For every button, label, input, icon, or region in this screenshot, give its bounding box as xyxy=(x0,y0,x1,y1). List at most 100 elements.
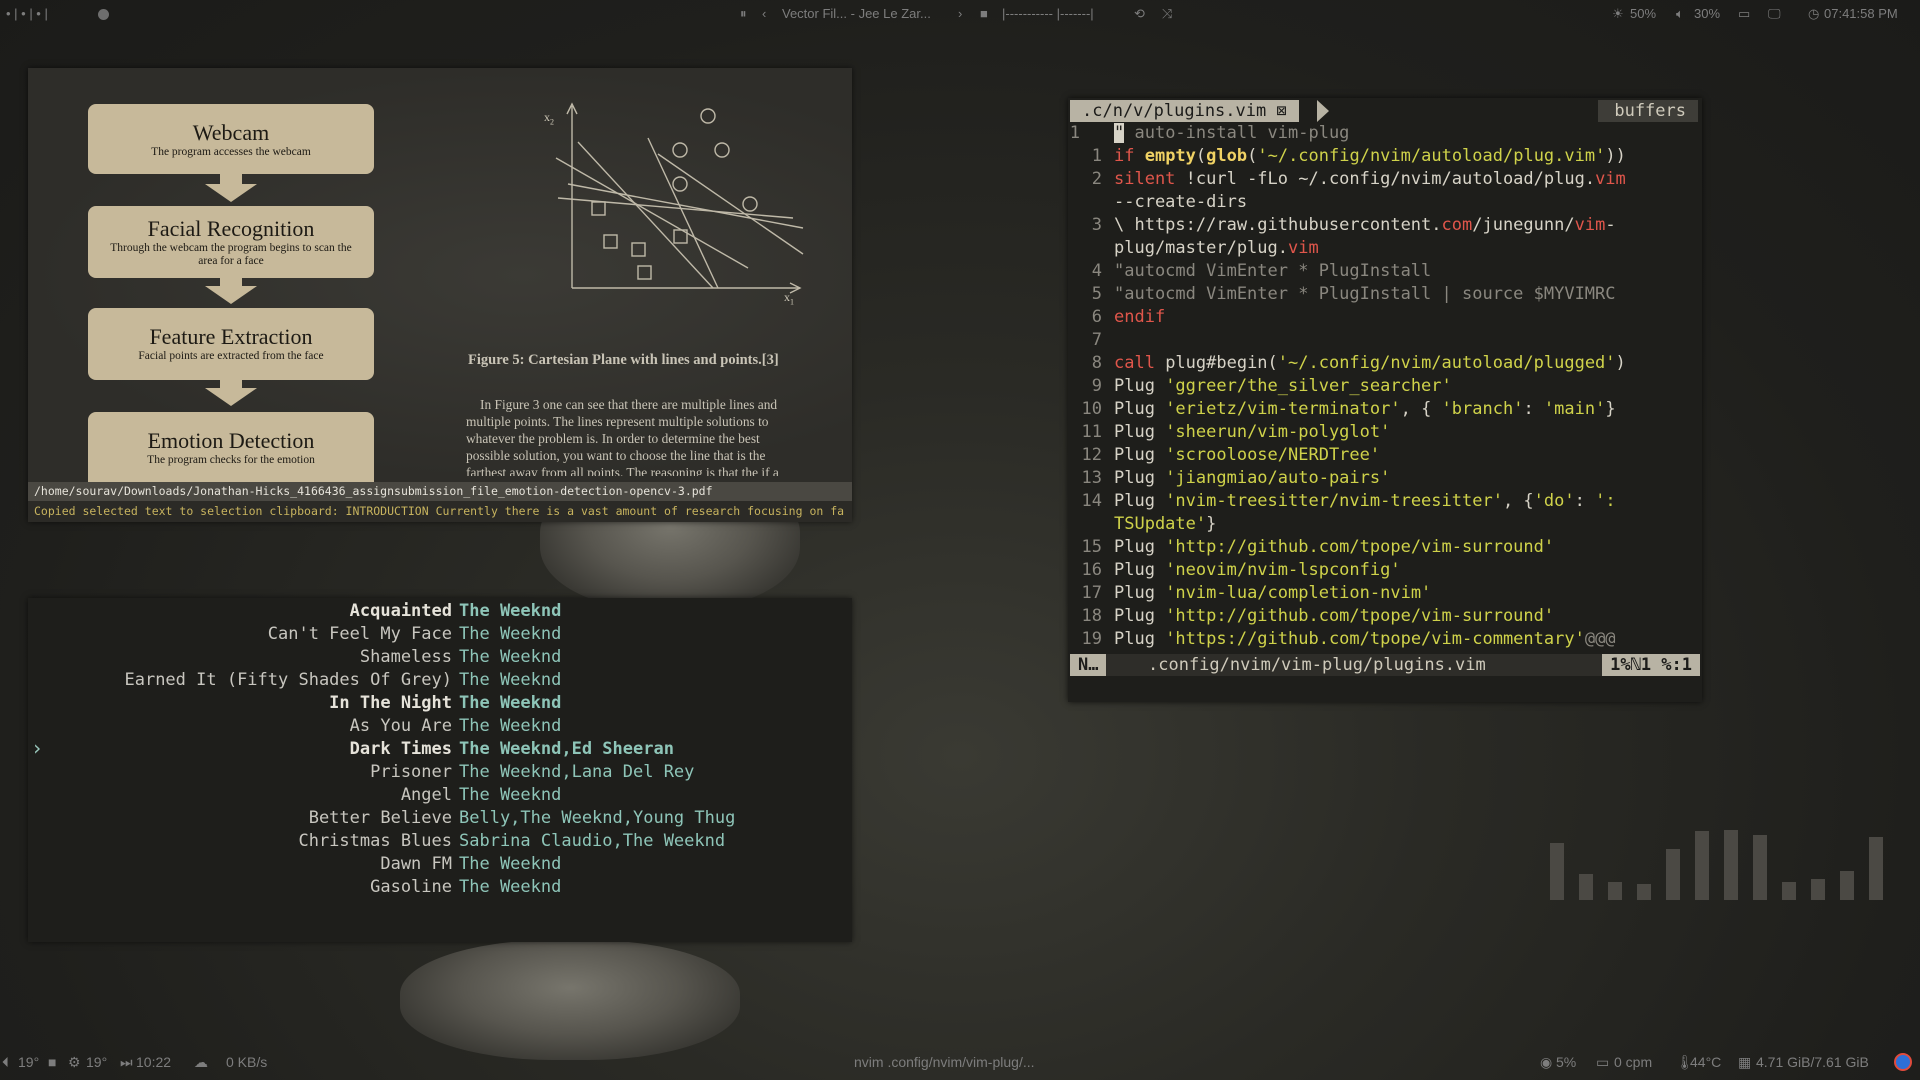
memory-usage[interactable]: 4.71 GiB/7.61 GiB xyxy=(1756,1054,1869,1070)
volume-icon: 🔈︎ xyxy=(1676,6,1684,21)
pause-icon[interactable]: ⏸ xyxy=(740,6,747,22)
code-line[interactable]: 18 Plug 'http://github.com/tpope/vim-sur… xyxy=(1068,605,1702,628)
pdf-status-message: Copied selected text to selection clipbo… xyxy=(34,504,845,518)
temperature-2[interactable]: 19° xyxy=(86,1054,107,1070)
track-row[interactable]: In The Night The Weeknd xyxy=(28,692,852,715)
media-progress[interactable]: |----------- |-------| xyxy=(1002,6,1094,21)
code-line[interactable]: 1 " auto-install vim-plug xyxy=(1068,122,1702,145)
track-title: Can't Feel My Face xyxy=(267,624,452,644)
network-speed[interactable]: 0 KB/s xyxy=(226,1054,267,1070)
track-row[interactable]: Angel The Weeknd xyxy=(28,784,852,807)
brightness-icon: ☀ xyxy=(1612,6,1624,21)
cpu-temperature[interactable]: 44°C xyxy=(1690,1054,1721,1070)
code-line[interactable]: 19 Plug 'https://github.com/tpope/vim-co… xyxy=(1068,628,1702,651)
track-artist: The Weeknd xyxy=(459,716,562,736)
code-line[interactable]: 15 Plug 'http://github.com/tpope/vim-sur… xyxy=(1068,536,1702,559)
nvim-window[interactable]: .c/n/v/plugins.vim ⊠ buffers 1 " auto-ins… xyxy=(1068,98,1702,702)
code-line[interactable]: 9 Plug 'ggreer/the_silver_searcher' xyxy=(1068,375,1702,398)
track-row[interactable]: Prisoner The Weeknd,Lana Del Rey xyxy=(28,761,852,784)
track-artist: The Weeknd xyxy=(459,693,562,713)
track-row[interactable]: Dawn FM The Weeknd xyxy=(28,853,852,876)
code-line[interactable]: 1 if empty(glob('~/.config/nvim/autoload/… xyxy=(1068,145,1702,168)
separator-line xyxy=(647,137,719,289)
track-row[interactable]: Shameless The Weeknd xyxy=(28,646,852,669)
track-row[interactable]: Gasoline The Weeknd xyxy=(28,876,852,899)
track-row[interactable]: Christmas Blues Sabrina Claudio,The Weekn… xyxy=(28,830,852,853)
visualizer-bar xyxy=(1753,835,1767,900)
code-line[interactable]: 6 endif xyxy=(1068,306,1702,329)
flow-box-facial-recognition: Facial Recognition Through the webcam th… xyxy=(88,206,374,278)
flow-box-subtitle: Through the webcam the program begins to… xyxy=(110,242,352,267)
flow-arrow xyxy=(205,286,257,304)
pdf-page[interactable]: Webcam The program accesses the webcam F… xyxy=(28,68,852,482)
track-row[interactable]: Earned It (Fifty Shades Of Grey) The Week… xyxy=(28,669,852,692)
track-artist: The Weeknd xyxy=(459,877,562,897)
visualizer-bar xyxy=(1550,843,1564,900)
elapsed-time[interactable]: 10:22 xyxy=(136,1054,171,1070)
track-title: In The Night xyxy=(329,693,452,713)
visualizer-bar xyxy=(1869,837,1883,900)
track-artist: The Weeknd xyxy=(459,601,562,621)
code-line[interactable]: 17 Plug 'nvim-lua/completion-nvim' xyxy=(1068,582,1702,605)
pdf-viewer-window[interactable]: Webcam The program accesses the webcam F… xyxy=(28,68,852,522)
code-line[interactable]: 12 Plug 'scrooloose/NERDTree' xyxy=(1068,444,1702,467)
typing-speed[interactable]: 0 cpm xyxy=(1614,1054,1652,1070)
monitor-icon[interactable]: 🖵︎ xyxy=(1768,6,1781,22)
music-player-window[interactable]: › Acquainted The Weeknd Can't Feel My Fac… xyxy=(28,598,852,942)
code-line[interactable]: plug/master/plug.vim xyxy=(1068,237,1702,260)
track-title: As You Are xyxy=(349,716,452,736)
active-window-title[interactable]: nvim .config/nvim/vim-plug/... xyxy=(854,1054,1035,1070)
code-line[interactable]: 5 "autocmd VimEnter * PlugInstall | sour… xyxy=(1068,283,1702,306)
tray-app-icon[interactable] xyxy=(1894,1053,1912,1074)
track-artist: The Weeknd xyxy=(459,785,562,805)
flow-box-webcam: Webcam The program accesses the webcam xyxy=(88,104,374,174)
code-line[interactable]: 10 Plug 'erietz/vim-terminator', { 'bran… xyxy=(1068,398,1702,421)
temperature-1[interactable]: 19° xyxy=(18,1054,39,1070)
repeat-icon[interactable]: ⟲ xyxy=(1134,6,1145,22)
circle-point xyxy=(714,142,730,158)
track-artist: Sabrina Claudio,The Weeknd xyxy=(459,831,726,851)
track-row[interactable]: Acquainted The Weeknd xyxy=(28,600,852,623)
flow-box-subtitle: The program checks for the emotion xyxy=(147,454,315,466)
code-line[interactable]: 8 call plug#begin('~/.config/nvim/autoloa… xyxy=(1068,352,1702,375)
flow-arrow xyxy=(205,388,257,406)
code-line[interactable]: TSUpdate'} xyxy=(1068,513,1702,536)
previous-icon[interactable]: ‹ xyxy=(762,6,766,21)
code-line[interactable]: --create-dirs xyxy=(1068,191,1702,214)
visualizer-bar xyxy=(1811,879,1825,900)
track-artist: The Weeknd xyxy=(459,670,562,690)
code-line[interactable]: 16 Plug 'neovim/nvim-lspconfig' xyxy=(1068,559,1702,582)
track-title: Shameless xyxy=(359,647,452,667)
code-line[interactable]: 11 Plug 'sheerun/vim-polyglot' xyxy=(1068,421,1702,444)
active-workspace-dot[interactable] xyxy=(98,6,109,21)
workspace-indicator[interactable]: • | • | • | xyxy=(6,6,48,21)
keyboard-icon[interactable]: ▭ xyxy=(1738,6,1750,22)
clock[interactable]: 07:41:58 PM xyxy=(1824,6,1898,21)
track-artist: The Weeknd xyxy=(459,624,562,644)
code-line[interactable]: 7 xyxy=(1068,329,1702,352)
code-line[interactable]: 4 "autocmd VimEnter * PlugInstall xyxy=(1068,260,1702,283)
code-line[interactable]: 3 \ https://raw.githubusercontent.com/ju… xyxy=(1068,214,1702,237)
vim-buffers-label[interactable]: buffers xyxy=(1598,100,1698,122)
volume-value[interactable]: 30% xyxy=(1694,6,1720,21)
cpu-usage[interactable]: 5% xyxy=(1556,1054,1576,1070)
shuffle-icon[interactable]: ⤨ xyxy=(1162,6,1172,22)
code-line[interactable]: 14 Plug 'nvim-treesitter/nvim-treesitter… xyxy=(1068,490,1702,513)
track-row-selected[interactable]: Dark Times The Weeknd,Ed Sheeran xyxy=(28,738,852,761)
code-line[interactable]: 13 Plug 'jiangmiao/auto-pairs' xyxy=(1068,467,1702,490)
track-artist: Belly,The Weeknd,Young Thug xyxy=(459,808,736,828)
track-row[interactable]: Can't Feel My Face The Weeknd xyxy=(28,623,852,646)
audio-visualizer xyxy=(1550,810,1900,900)
flow-box-subtitle: The program accesses the webcam xyxy=(151,146,311,158)
code-line[interactable]: 2 silent !curl -fLo ~/.config/nvim/autol… xyxy=(1068,168,1702,191)
vim-cursor-position: 1%ℕ1 %:1 xyxy=(1602,654,1700,676)
visualizer-bar xyxy=(1608,882,1622,900)
brightness-value[interactable]: 50% xyxy=(1630,6,1656,21)
track-row[interactable]: Better Believe Belly,The Weeknd,Young Thu… xyxy=(28,807,852,830)
stop-icon[interactable]: ■ xyxy=(980,6,988,21)
track-row[interactable]: As You Are The Weeknd xyxy=(28,715,852,738)
flow-arrow xyxy=(205,184,257,202)
vim-tab[interactable]: .c/n/v/plugins.vim ⊠ xyxy=(1070,100,1299,122)
next-icon[interactable]: › xyxy=(958,6,962,21)
media-title[interactable]: Vector Fil... - Jee Le Zar... xyxy=(782,6,931,21)
